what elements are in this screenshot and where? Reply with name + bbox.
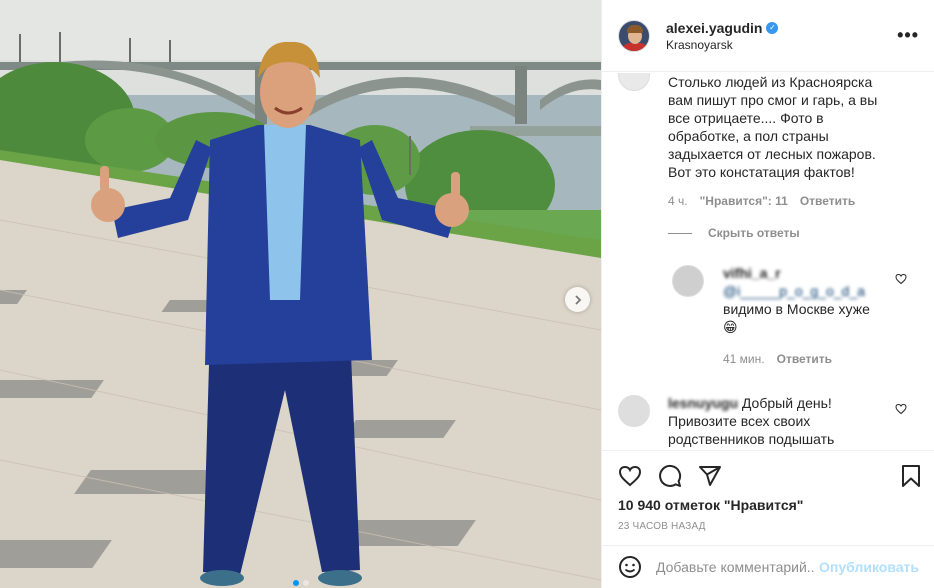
comment-line: вам пишут про смог и гарь, а вы bbox=[668, 92, 878, 108]
reply-emoji: 😁 bbox=[723, 319, 738, 335]
comment-line: родственников подышать bbox=[668, 431, 835, 447]
comment-line: Привозите всех своих bbox=[668, 413, 811, 429]
heart-icon[interactable] bbox=[618, 464, 642, 488]
comments-list[interactable]: Столько людей из Красноярска вам пишут п… bbox=[602, 73, 934, 450]
carousel-dots bbox=[0, 580, 601, 586]
likes-count[interactable]: 10 940 отметок "Нравится" bbox=[618, 497, 803, 513]
post-actions: 10 940 отметок "Нравится" 23 ЧАСОВ НАЗАД bbox=[602, 450, 934, 545]
carousel-dot-active bbox=[292, 580, 299, 586]
comment-line: Столько людей из Красноярска bbox=[668, 74, 873, 90]
reply-mention[interactable]: @i_____p_o_g_o_d_a bbox=[723, 283, 865, 299]
username-link[interactable]: alexei.yagudin bbox=[666, 20, 762, 36]
photo-image bbox=[0, 0, 601, 588]
comment-like-heart-icon[interactable] bbox=[895, 273, 907, 285]
post-sidebar: alexei.yagudin ✓ Krasnoyarsk ••• Столько… bbox=[601, 0, 934, 588]
comment-meta: 4 ч. "Нравится": 11 Ответить bbox=[668, 194, 855, 208]
chevron-right-icon bbox=[574, 294, 581, 305]
comment-line: Добрый день! bbox=[741, 395, 832, 411]
comment-line: все отрицаете.... Фото в bbox=[668, 110, 824, 126]
next-photo-button[interactable] bbox=[565, 287, 590, 312]
comment2-text: lesnuyugu Добрый день! Привозите всех св… bbox=[668, 394, 888, 448]
username-row: alexei.yagudin ✓ bbox=[666, 20, 779, 36]
publish-button[interactable]: Опубликовать bbox=[819, 559, 919, 575]
share-icon[interactable] bbox=[698, 464, 722, 488]
comment-input[interactable] bbox=[656, 559, 816, 575]
reply-username[interactable]: vifhi_a_r bbox=[723, 264, 913, 282]
header-text: alexei.yagudin ✓ Krasnoyarsk bbox=[666, 20, 779, 52]
post-header: alexei.yagudin ✓ Krasnoyarsk ••• bbox=[602, 0, 934, 72]
comment-likes[interactable]: "Нравится": 11 bbox=[700, 194, 788, 208]
hide-replies-label: Скрыть ответы bbox=[708, 226, 800, 240]
hide-replies-button[interactable]: Скрыть ответы bbox=[668, 226, 800, 240]
bookmark-icon[interactable] bbox=[899, 464, 923, 488]
comment2-username[interactable]: lesnuyugu bbox=[668, 395, 738, 411]
reply-meta: 41 мин. Ответить bbox=[723, 352, 832, 366]
reply-body: видимо в Москве хуже bbox=[723, 301, 870, 317]
location-link[interactable]: Krasnoyarsk bbox=[666, 38, 778, 52]
comment-line: задыхается от лесных пожаров. bbox=[668, 146, 876, 162]
post-photo[interactable] bbox=[0, 0, 601, 588]
comment2-like-heart-icon[interactable] bbox=[895, 403, 907, 415]
carousel-dot bbox=[302, 580, 309, 586]
comment-time[interactable]: 4 ч. bbox=[668, 194, 688, 208]
comment-reply-button[interactable]: Ответить bbox=[800, 194, 855, 208]
comment-avatar[interactable] bbox=[618, 73, 650, 91]
post-time[interactable]: 23 ЧАСОВ НАЗАД bbox=[618, 521, 706, 532]
comment2-avatar[interactable] bbox=[618, 395, 650, 427]
reply-reply-button[interactable]: Ответить bbox=[777, 352, 832, 366]
comment-form: Опубликовать bbox=[602, 545, 934, 588]
comment-icon[interactable] bbox=[658, 464, 682, 488]
reply-text: vifhi_a_r @i_____p_o_g_o_d_a видимо в Мо… bbox=[723, 264, 913, 336]
more-options-icon[interactable]: ••• bbox=[897, 26, 919, 44]
avatar[interactable] bbox=[618, 19, 650, 52]
smile-icon[interactable] bbox=[618, 555, 642, 579]
verified-badge-icon: ✓ bbox=[766, 21, 779, 34]
reply-avatar[interactable] bbox=[672, 265, 704, 297]
comment-text: Столько людей из Красноярска вам пишут п… bbox=[668, 73, 908, 181]
comment-line: обработке, а пол страны bbox=[668, 128, 829, 144]
comment-line: Вот это констатация фактов! bbox=[668, 164, 855, 180]
reply-time[interactable]: 41 мин. bbox=[723, 352, 765, 366]
